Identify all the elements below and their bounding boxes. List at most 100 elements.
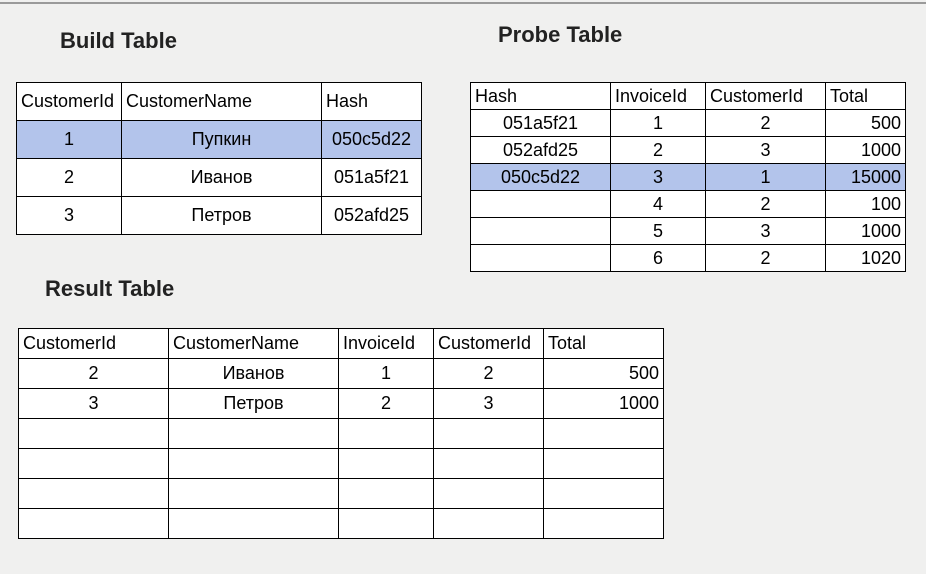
probe-cell-total: 1000	[826, 218, 906, 245]
probe-cell-customerid: 2	[706, 191, 826, 218]
result-row	[19, 419, 664, 449]
build-h0: CustomerId	[17, 83, 122, 121]
probe-cell-customerid: 1	[706, 164, 826, 191]
result-cell-customername	[169, 419, 339, 449]
probe-header-row: Hash InvoiceId CustomerId Total	[471, 83, 906, 110]
result-cell-invoiceid	[339, 479, 434, 509]
build-cell-hash: 052afd25	[322, 197, 422, 235]
probe-row: 052afd25231000	[471, 137, 906, 164]
result-cell-customername: Петров	[169, 389, 339, 419]
build-title: Build Table	[60, 28, 177, 54]
result-cell-total	[544, 479, 664, 509]
top-divider	[0, 2, 926, 4]
result-cell-invoiceid	[339, 419, 434, 449]
build-row: 2Иванов051a5f21	[17, 159, 422, 197]
probe-cell-hash: 051a5f21	[471, 110, 611, 137]
probe-row: 050c5d223115000	[471, 164, 906, 191]
build-row: 3Петров052afd25	[17, 197, 422, 235]
probe-cell-hash: 050c5d22	[471, 164, 611, 191]
probe-cell-customerid: 2	[706, 110, 826, 137]
probe-table: Hash InvoiceId CustomerId Total 051a5f21…	[470, 82, 906, 272]
probe-h3: Total	[826, 83, 906, 110]
probe-title: Probe Table	[498, 22, 622, 48]
build-cell-customername: Петров	[122, 197, 322, 235]
probe-h2: CustomerId	[706, 83, 826, 110]
result-cell-customerid2	[434, 449, 544, 479]
probe-cell-invoiceid: 5	[611, 218, 706, 245]
probe-row: 42100	[471, 191, 906, 218]
result-row	[19, 479, 664, 509]
result-cell-customerid: 3	[19, 389, 169, 419]
probe-cell-hash: 052afd25	[471, 137, 611, 164]
build-cell-customerid: 1	[17, 121, 122, 159]
probe-cell-customerid: 2	[706, 245, 826, 272]
build-cell-hash: 050c5d22	[322, 121, 422, 159]
probe-h1: InvoiceId	[611, 83, 706, 110]
probe-row: 051a5f2112500	[471, 110, 906, 137]
probe-cell-total: 100	[826, 191, 906, 218]
result-cell-invoiceid	[339, 509, 434, 539]
result-cell-customername	[169, 449, 339, 479]
result-cell-customerid2: 2	[434, 359, 544, 389]
probe-cell-customerid: 3	[706, 137, 826, 164]
result-cell-customerid: 2	[19, 359, 169, 389]
result-cell-customername	[169, 509, 339, 539]
result-cell-total	[544, 449, 664, 479]
build-table: CustomerId CustomerName Hash 1Пупкин050c…	[16, 82, 422, 235]
result-cell-customerid	[19, 419, 169, 449]
build-cell-hash: 051a5f21	[322, 159, 422, 197]
result-row	[19, 449, 664, 479]
result-h3: CustomerId	[434, 329, 544, 359]
probe-cell-invoiceid: 1	[611, 110, 706, 137]
probe-h0: Hash	[471, 83, 611, 110]
result-row: 2Иванов12500	[19, 359, 664, 389]
result-h2: InvoiceId	[339, 329, 434, 359]
result-cell-invoiceid	[339, 449, 434, 479]
probe-cell-invoiceid: 3	[611, 164, 706, 191]
result-cell-customerid	[19, 509, 169, 539]
result-cell-customerid	[19, 449, 169, 479]
result-cell-customername	[169, 479, 339, 509]
probe-cell-invoiceid: 4	[611, 191, 706, 218]
result-h1: CustomerName	[169, 329, 339, 359]
result-cell-invoiceid: 1	[339, 359, 434, 389]
build-h1: CustomerName	[122, 83, 322, 121]
result-cell-customername: Иванов	[169, 359, 339, 389]
result-cell-customerid2	[434, 509, 544, 539]
result-cell-total	[544, 509, 664, 539]
result-cell-invoiceid: 2	[339, 389, 434, 419]
build-cell-customerid: 3	[17, 197, 122, 235]
probe-row: 531000	[471, 218, 906, 245]
result-cell-total	[544, 419, 664, 449]
result-row: 3Петров231000	[19, 389, 664, 419]
build-row: 1Пупкин050c5d22	[17, 121, 422, 159]
result-header-row: CustomerId CustomerName InvoiceId Custom…	[19, 329, 664, 359]
probe-cell-customerid: 3	[706, 218, 826, 245]
build-cell-customername: Пупкин	[122, 121, 322, 159]
result-title: Result Table	[45, 276, 174, 302]
build-h2: Hash	[322, 83, 422, 121]
probe-cell-hash	[471, 191, 611, 218]
probe-cell-total: 1000	[826, 137, 906, 164]
probe-row: 621020	[471, 245, 906, 272]
probe-cell-total: 15000	[826, 164, 906, 191]
result-h0: CustomerId	[19, 329, 169, 359]
build-header-row: CustomerId CustomerName Hash	[17, 83, 422, 121]
result-row	[19, 509, 664, 539]
probe-cell-invoiceid: 2	[611, 137, 706, 164]
result-cell-customerid2	[434, 419, 544, 449]
result-cell-customerid2: 3	[434, 389, 544, 419]
build-cell-customername: Иванов	[122, 159, 322, 197]
probe-cell-hash	[471, 218, 611, 245]
result-cell-total: 500	[544, 359, 664, 389]
result-table: CustomerId CustomerName InvoiceId Custom…	[18, 328, 664, 539]
build-cell-customerid: 2	[17, 159, 122, 197]
probe-cell-hash	[471, 245, 611, 272]
probe-cell-invoiceid: 6	[611, 245, 706, 272]
result-h4: Total	[544, 329, 664, 359]
result-cell-customerid2	[434, 479, 544, 509]
result-cell-customerid	[19, 479, 169, 509]
result-cell-total: 1000	[544, 389, 664, 419]
probe-cell-total: 1020	[826, 245, 906, 272]
probe-cell-total: 500	[826, 110, 906, 137]
